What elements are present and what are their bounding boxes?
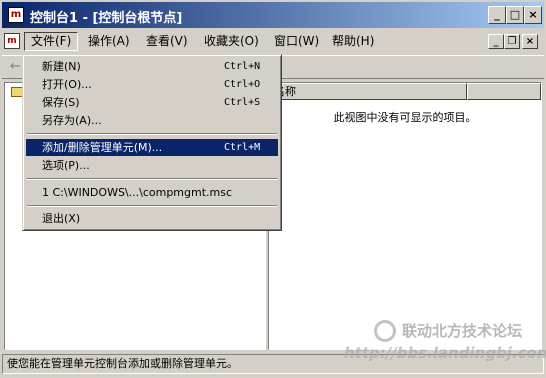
minimize-button[interactable]: _ — [488, 6, 506, 24]
result-pane[interactable]: 名称 此视图中没有可显示的项目。 — [268, 82, 542, 350]
child-close-button[interactable]: × — [522, 34, 538, 49]
console-icon[interactable]: m — [4, 33, 20, 49]
menu-separator — [27, 133, 277, 135]
menu-window[interactable]: 窗口(W) — [268, 32, 325, 51]
menu-file[interactable]: 文件(F) — [24, 32, 79, 51]
menu-item-save-as[interactable]: 另存为(A)... — [26, 112, 278, 129]
watermark-logo-icon — [374, 320, 396, 342]
menu-item-new[interactable]: 新建(N) Ctrl+N — [26, 58, 278, 75]
child-restore-button[interactable]: ❐ — [504, 34, 520, 49]
child-minimize-button[interactable]: _ — [488, 34, 504, 49]
menu-favorites[interactable]: 收藏夹(O) — [198, 32, 265, 51]
window-title: 控制台1 - [控制台根节点] — [30, 11, 183, 26]
column-header-name[interactable]: 名称 — [269, 83, 467, 100]
file-menu-dropdown: 新建(N) Ctrl+N 打开(O)... Ctrl+O 保存(S) Ctrl+… — [22, 54, 282, 231]
empty-view-message: 此视图中没有可显示的项目。 — [333, 111, 477, 124]
mmc-window: m 控制台1 - [控制台根节点] _ □ × m 文件(F) 操作(A) 查看… — [0, 0, 546, 378]
maximize-button[interactable]: □ — [506, 6, 524, 24]
menu-item-exit[interactable]: 退出(X) — [26, 210, 278, 227]
menu-separator — [27, 205, 277, 207]
menu-item-recent-file[interactable]: 1 C:\WINDOWS\...\compmgmt.msc — [26, 184, 278, 201]
back-arrow-icon[interactable]: ← — [10, 59, 21, 74]
menu-view[interactable]: 查看(V) — [140, 32, 194, 51]
menu-item-open[interactable]: 打开(O)... Ctrl+O — [26, 76, 278, 93]
menu-item-save[interactable]: 保存(S) Ctrl+S — [26, 94, 278, 111]
menu-help[interactable]: 帮助(H) — [326, 32, 380, 51]
column-header-blank[interactable] — [467, 83, 541, 100]
menu-item-options[interactable]: 选项(P)... — [26, 157, 278, 174]
menu-separator — [27, 178, 277, 180]
menu-item-add-remove-snapin[interactable]: 添加/删除管理单元(M)... Ctrl+M — [26, 139, 278, 156]
close-button[interactable]: × — [524, 6, 542, 24]
menu-action[interactable]: 操作(A) — [82, 32, 136, 51]
mmc-icon[interactable]: m — [8, 7, 24, 23]
watermark-text: 联动北方技术论坛 — [402, 322, 523, 340]
title-bar[interactable]: m 控制台1 - [控制台根节点] _ □ × — [2, 2, 544, 28]
watermark-url: http://bbs.landingbj.com — [344, 344, 546, 362]
menu-bar: m 文件(F) 操作(A) 查看(V) 收藏夹(O) 窗口(W) 帮助(H) _… — [2, 30, 544, 54]
